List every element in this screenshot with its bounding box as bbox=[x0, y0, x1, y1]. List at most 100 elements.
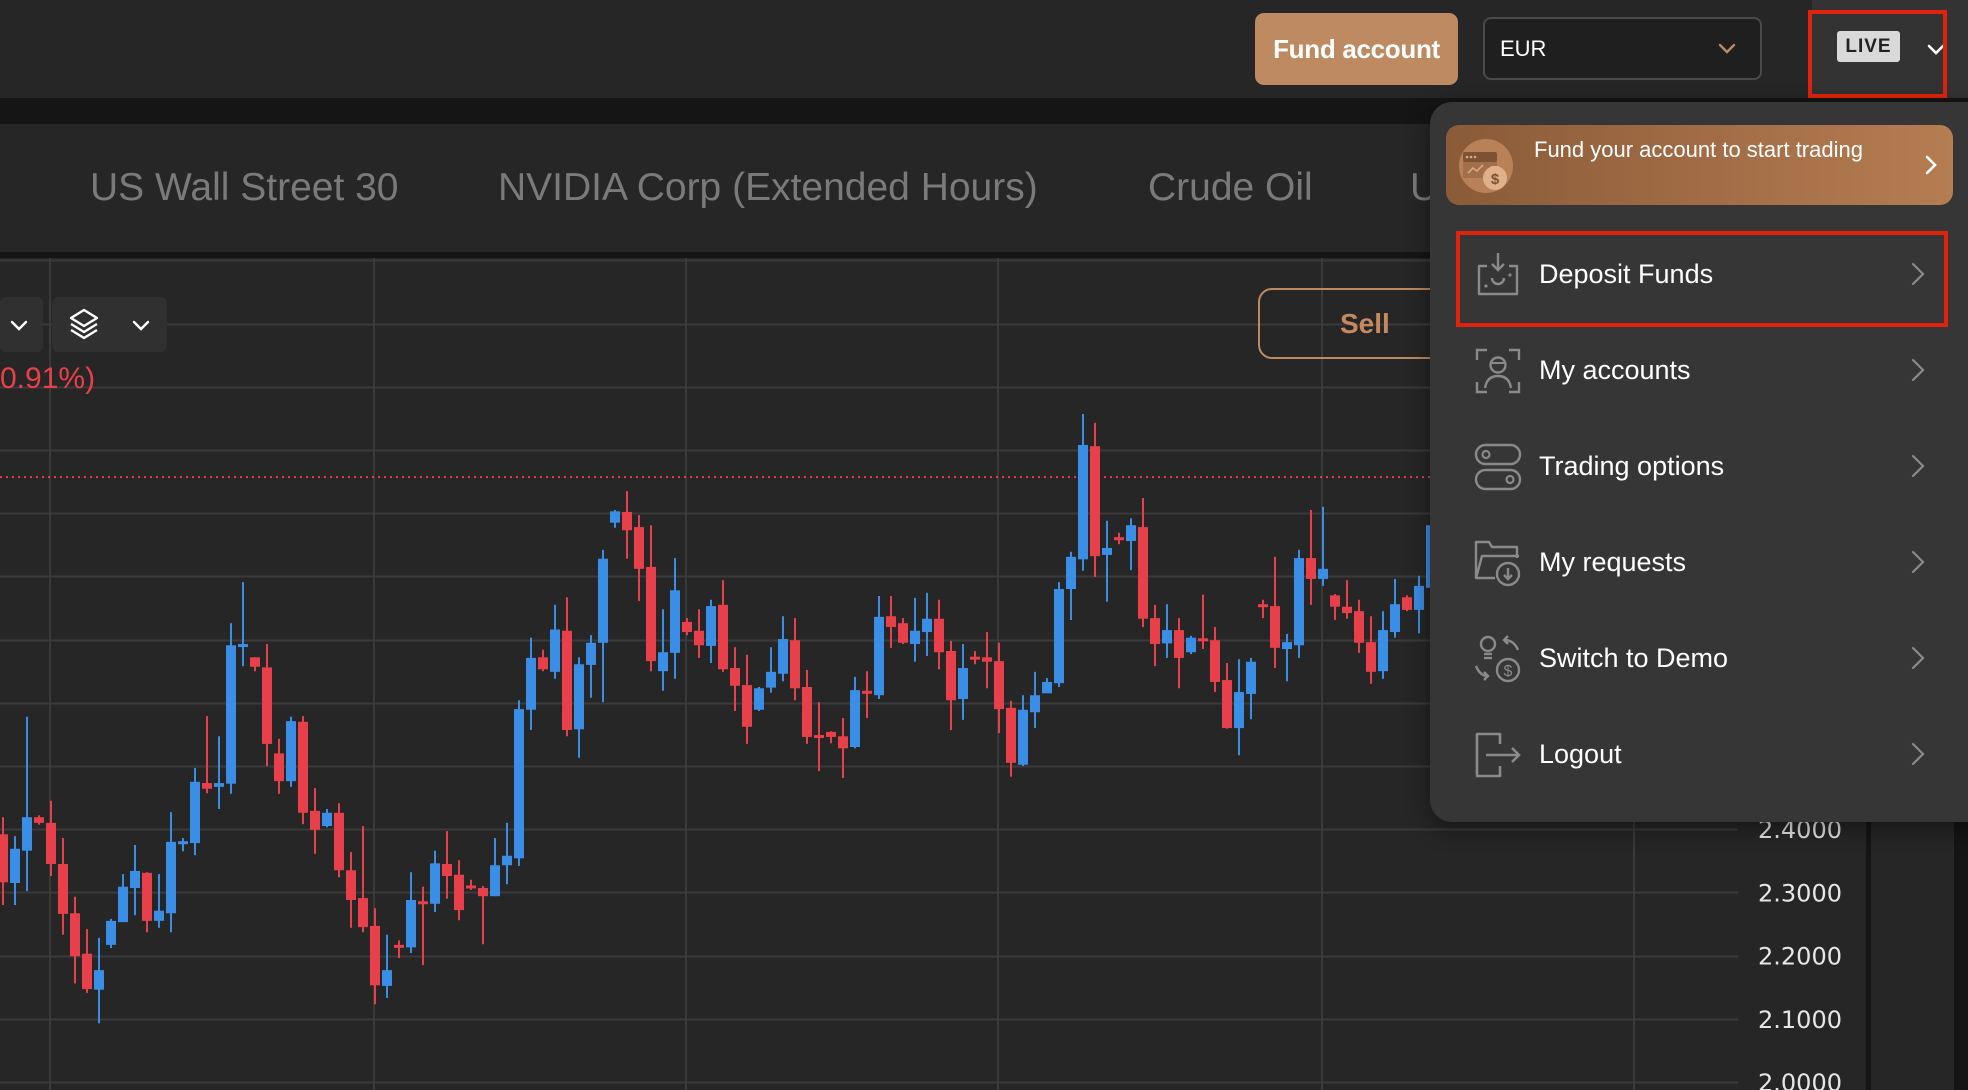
candle bbox=[142, 872, 152, 933]
candle-body bbox=[430, 863, 440, 904]
candle bbox=[790, 618, 800, 701]
candle bbox=[358, 826, 368, 933]
tab-nvidia-extended[interactable]: NVIDIA Corp (Extended Hours) bbox=[498, 124, 1038, 252]
candle bbox=[442, 831, 452, 899]
candle-body bbox=[886, 616, 896, 627]
candle bbox=[706, 599, 716, 663]
candle bbox=[178, 838, 188, 852]
candle-body bbox=[1402, 597, 1412, 610]
candle bbox=[34, 815, 44, 825]
candle bbox=[490, 838, 500, 897]
candle-body bbox=[874, 616, 884, 696]
money-bag-icon: $ bbox=[1459, 139, 1513, 193]
menu-item-trading-options[interactable]: Trading options bbox=[1456, 420, 1948, 512]
candle bbox=[838, 717, 848, 779]
candle-body bbox=[1030, 695, 1040, 713]
candle-body bbox=[0, 834, 8, 883]
candle bbox=[406, 872, 416, 954]
candle-body bbox=[982, 657, 992, 662]
candle-body bbox=[274, 753, 284, 782]
candle bbox=[370, 908, 380, 1005]
candle bbox=[1366, 616, 1376, 684]
candle-body bbox=[190, 781, 200, 844]
candle bbox=[1306, 510, 1316, 605]
candle bbox=[814, 702, 824, 772]
candle bbox=[658, 609, 668, 691]
candle-body bbox=[1090, 446, 1100, 557]
y-tick-label: 2.1000 bbox=[1758, 1006, 1842, 1034]
candle-body bbox=[586, 642, 596, 665]
candle bbox=[1006, 700, 1016, 777]
candle-body bbox=[1078, 444, 1088, 560]
candle-body bbox=[1390, 604, 1400, 633]
candle-body bbox=[1366, 642, 1376, 672]
candle-body bbox=[34, 817, 44, 823]
fund-account-promo[interactable]: $ Fund your account to start trading bbox=[1446, 125, 1953, 205]
candle-body bbox=[298, 721, 308, 813]
candle bbox=[514, 700, 524, 866]
candle bbox=[250, 657, 260, 672]
menu-item-my-accounts[interactable]: My accounts bbox=[1456, 324, 1948, 416]
candle bbox=[1198, 594, 1208, 650]
menu-item-deposit-funds[interactable]: Deposit Funds bbox=[1456, 228, 1948, 320]
tab-us-wall-street-30[interactable]: US Wall Street 30 bbox=[90, 124, 399, 252]
candle bbox=[1126, 518, 1136, 571]
candle bbox=[1042, 678, 1052, 694]
candle-body bbox=[514, 709, 524, 859]
candle-body bbox=[706, 606, 716, 646]
candle bbox=[382, 934, 392, 998]
candle-body bbox=[1186, 637, 1196, 653]
candle-body bbox=[538, 657, 548, 670]
fund-account-button[interactable]: Fund account bbox=[1255, 13, 1458, 85]
candle bbox=[118, 874, 128, 923]
chart-type-dropdown[interactable] bbox=[0, 297, 43, 352]
candle bbox=[538, 649, 548, 672]
candle bbox=[1222, 662, 1232, 729]
candle bbox=[1138, 498, 1148, 627]
layers-dropdown[interactable] bbox=[52, 297, 167, 352]
candle bbox=[634, 515, 644, 602]
candle bbox=[1378, 611, 1388, 679]
menu-item-switch-to-demo[interactable]: $ Switch to Demo bbox=[1456, 612, 1948, 704]
candle bbox=[1078, 413, 1088, 571]
candle-body bbox=[790, 640, 800, 689]
account-user-icon bbox=[1475, 348, 1521, 394]
chevron-down-icon[interactable] bbox=[1925, 40, 1947, 58]
candle bbox=[274, 738, 284, 794]
promo-label: Fund your account to start trading bbox=[1534, 137, 1863, 162]
menu-item-logout[interactable]: Logout bbox=[1456, 708, 1948, 800]
candle-body bbox=[1210, 640, 1220, 682]
candle-body bbox=[1054, 589, 1064, 684]
candle-body bbox=[970, 656, 980, 660]
candle bbox=[346, 851, 356, 928]
candle-body bbox=[598, 558, 608, 643]
candle bbox=[310, 788, 320, 854]
candle bbox=[682, 618, 692, 636]
candle-body bbox=[634, 527, 644, 569]
candle bbox=[1330, 594, 1340, 621]
candle-body bbox=[94, 970, 104, 990]
candle bbox=[946, 640, 956, 730]
candle-body bbox=[562, 630, 572, 730]
menu-item-my-requests[interactable]: My requests bbox=[1456, 516, 1948, 608]
live-badge[interactable]: LIVE bbox=[1837, 31, 1900, 62]
currency-select-value: EUR bbox=[1500, 35, 1547, 61]
candle-body bbox=[934, 618, 944, 653]
tab-crude-oil[interactable]: Crude Oil bbox=[1148, 124, 1313, 252]
candle-body bbox=[502, 855, 512, 866]
candle-body bbox=[322, 812, 332, 827]
candle-body bbox=[898, 623, 908, 643]
currency-select[interactable]: EUR bbox=[1483, 17, 1762, 80]
candle bbox=[826, 731, 836, 744]
menu-item-label: My accounts bbox=[1539, 354, 1691, 385]
candle bbox=[322, 808, 332, 828]
candle bbox=[1174, 618, 1184, 689]
deposit-icon bbox=[1477, 253, 1519, 296]
candle-body bbox=[286, 721, 296, 782]
price-change-percent: 0.91%) bbox=[0, 362, 96, 395]
candle-body bbox=[1006, 707, 1016, 763]
candle bbox=[958, 644, 968, 720]
candle-body bbox=[730, 668, 740, 686]
candle-body bbox=[622, 511, 632, 531]
candle-body bbox=[994, 661, 1004, 710]
